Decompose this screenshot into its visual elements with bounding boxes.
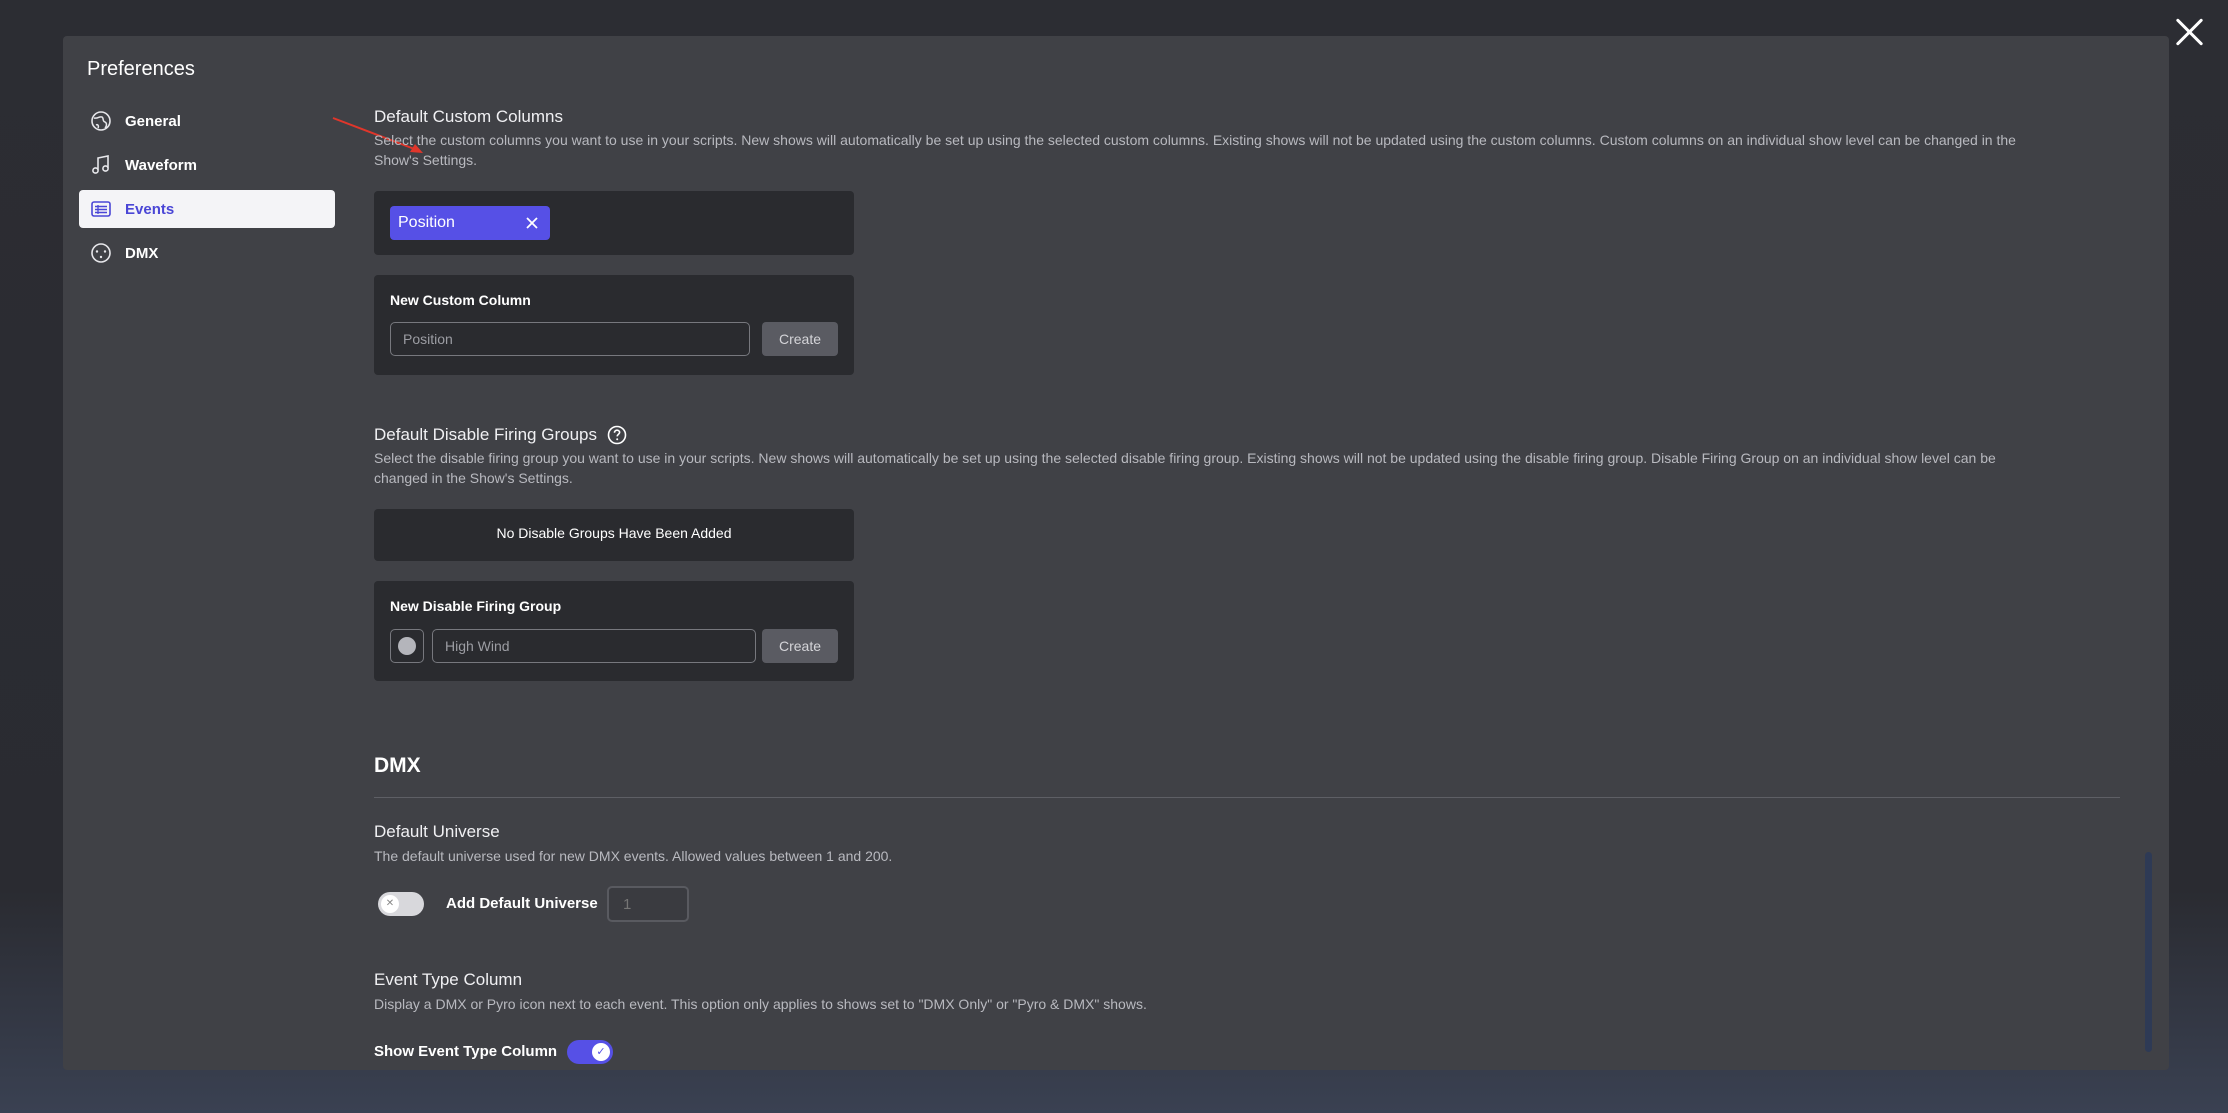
- sidebar-item-label: DMX: [125, 244, 159, 262]
- new-disable-group-label: New Disable Firing Group: [390, 598, 562, 614]
- preferences-modal: Preferences General Waveform Events DMX: [63, 36, 2169, 1070]
- sidebar-item-events[interactable]: Events: [79, 190, 335, 228]
- custom-columns-description: Select the custom columns you want to us…: [374, 130, 2144, 170]
- sidebar-item-label: Events: [125, 200, 175, 218]
- default-universe-toggle[interactable]: ✕: [378, 892, 424, 916]
- color-swatch-icon: [398, 637, 416, 655]
- sidebar-item-dmx[interactable]: DMX: [79, 234, 335, 272]
- modal-title: Preferences: [87, 58, 195, 80]
- default-universe-title: Default Universe: [374, 822, 500, 841]
- disable-groups-description-line2: changed in the Show's Settings.: [374, 470, 573, 486]
- disable-groups-description-line1: Select the disable firing group you want…: [374, 450, 1996, 466]
- custom-columns-title: Default Custom Columns: [374, 107, 563, 126]
- event-type-column-title: Event Type Column: [374, 970, 523, 989]
- disable-group-name-input[interactable]: [432, 629, 756, 663]
- sidebar: General Waveform Events DMX: [79, 102, 335, 278]
- create-custom-column-button[interactable]: Create: [762, 322, 838, 356]
- create-disable-group-button[interactable]: Create: [762, 629, 838, 663]
- toggle-on-check-icon: ✓: [592, 1043, 610, 1061]
- event-type-column-toggle[interactable]: ✓: [567, 1040, 613, 1064]
- scrollbar-thumb[interactable]: [2145, 852, 2152, 1052]
- section-divider: [374, 797, 2120, 798]
- chip-label: Position: [398, 214, 455, 231]
- custom-columns-description-line2: Show's Settings.: [374, 152, 478, 168]
- custom-columns-description-line1: Select the custom columns you want to us…: [374, 132, 2016, 148]
- new-custom-column-label: New Custom Column: [390, 292, 531, 308]
- disable-groups-description: Select the disable firing group you want…: [374, 448, 2144, 488]
- remove-chip-icon[interactable]: [520, 211, 544, 235]
- disable-groups-empty-card: No Disable Groups Have Been Added: [374, 509, 854, 561]
- custom-column-name-input[interactable]: [390, 322, 750, 356]
- disable-groups-empty-text: No Disable Groups Have Been Added: [496, 525, 732, 541]
- toggle-off-x-icon: ✕: [381, 895, 399, 913]
- default-universe-description: The default universe used for new DMX ev…: [374, 848, 893, 864]
- default-universe-input[interactable]: [607, 886, 689, 922]
- new-custom-column-card: New Custom Column Create: [374, 275, 854, 375]
- music-note-icon: [89, 153, 113, 177]
- dmx-connector-icon: [89, 241, 113, 265]
- disable-groups-title-row: Default Disable Firing Groups: [374, 425, 627, 445]
- disable-groups-title: Default Disable Firing Groups: [374, 425, 597, 444]
- sidebar-item-label: General: [125, 112, 181, 130]
- default-universe-toggle-label: Add Default Universe: [446, 895, 598, 912]
- new-disable-group-card: New Disable Firing Group Create: [374, 581, 854, 681]
- globe-icon: [89, 109, 113, 133]
- event-type-column-toggle-label: Show Event Type Column: [374, 1043, 558, 1060]
- list-table-icon: [89, 197, 113, 221]
- selected-columns-card: Position: [374, 191, 854, 255]
- dmx-section-heading: DMX: [374, 754, 421, 777]
- help-circle-icon[interactable]: [607, 425, 627, 445]
- group-color-picker[interactable]: [390, 629, 424, 663]
- sidebar-item-waveform[interactable]: Waveform: [79, 146, 335, 184]
- events-preferences-content: Default Custom Columns Select the custom…: [374, 36, 2144, 1070]
- column-chip-position: Position: [390, 206, 550, 240]
- sidebar-item-general[interactable]: General: [79, 102, 335, 140]
- sidebar-item-label: Waveform: [125, 156, 197, 174]
- close-icon[interactable]: [2172, 14, 2208, 50]
- event-type-column-description: Display a DMX or Pyro icon next to each …: [374, 996, 1147, 1012]
